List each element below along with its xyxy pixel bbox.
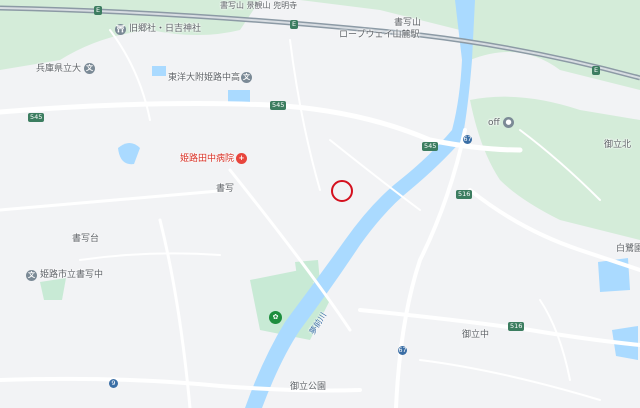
route-shield-545: 545 <box>422 142 439 151</box>
pond-1 <box>118 143 140 165</box>
route-shield-9: 9 <box>109 379 118 388</box>
label-off[interactable]: off <box>488 118 500 129</box>
label-hakuro: 白鷺園 <box>616 244 640 254</box>
local-road-7 <box>419 359 601 401</box>
label-goritsu-koen[interactable]: 御立公園 <box>290 382 326 393</box>
label-shosha: 書写 <box>216 184 235 194</box>
label-toyo-daifu[interactable]: 東洋大附姫路中高 <box>168 73 240 84</box>
yumesaki-river <box>245 0 475 408</box>
local-road-10 <box>539 299 571 381</box>
map-base-layer <box>0 0 640 408</box>
pond-5 <box>152 66 166 76</box>
map-canvas[interactable]: ⛩ 旧郷社・日吉神社 兵庫県立大 文 東洋大附姫路中高 文 姫路田中病院 + 書… <box>0 0 640 408</box>
route-shield-516: 516 <box>456 190 473 199</box>
local-road-3 <box>0 188 232 212</box>
local-road-4 <box>79 252 221 261</box>
route-shield-545: 545 <box>28 113 45 122</box>
school-pin-icon[interactable]: 文 <box>241 72 252 83</box>
target-circle-marker[interactable] <box>331 180 353 202</box>
park-pin-icon[interactable]: ✿ <box>269 311 282 324</box>
label-himeji-tanaka-hospital[interactable]: 姫路田中病院 <box>180 154 234 165</box>
label-kyugo-hiyoshi[interactable]: 旧郷社・日吉神社 <box>129 24 201 35</box>
label-hyogo-kenritsu[interactable]: 兵庫県立大 <box>36 64 81 75</box>
route-shield-516: 516 <box>508 322 525 331</box>
school-pin-icon[interactable]: 文 <box>26 270 37 281</box>
expressway-shield: E <box>94 6 103 15</box>
label-goritsu-naka: 御立中 <box>462 330 490 340</box>
label-himeji-shiritsu[interactable]: 姫路市立書写中 <box>40 270 103 281</box>
shop-pin-icon[interactable]: ● <box>503 117 514 128</box>
hospital-pin-icon[interactable]: + <box>236 153 247 164</box>
label-shosha-dai: 書写台 <box>72 234 100 244</box>
label-ropeway[interactable]: ロープウェイ山麓駅 <box>339 30 419 41</box>
route-shield-67: 67 <box>398 346 407 355</box>
school-pin-icon[interactable]: 文 <box>84 63 95 74</box>
shrine-pin-icon[interactable]: ⛩ <box>115 24 126 35</box>
route-545 <box>0 101 523 153</box>
expressway-shield: E <box>290 20 299 29</box>
label-top-partial: 書写山 景観山 兜明寺 <box>220 1 298 10</box>
label-shoshazan[interactable]: 書写山 <box>394 18 421 29</box>
route-shield-67: 67 <box>463 135 472 144</box>
expressway-shield: E <box>592 66 601 75</box>
label-goritsu-kita: 御立北 <box>604 140 632 150</box>
local-road-5 <box>289 39 321 191</box>
park-area-west <box>40 278 66 300</box>
route-shield-545: 545 <box>270 101 287 110</box>
